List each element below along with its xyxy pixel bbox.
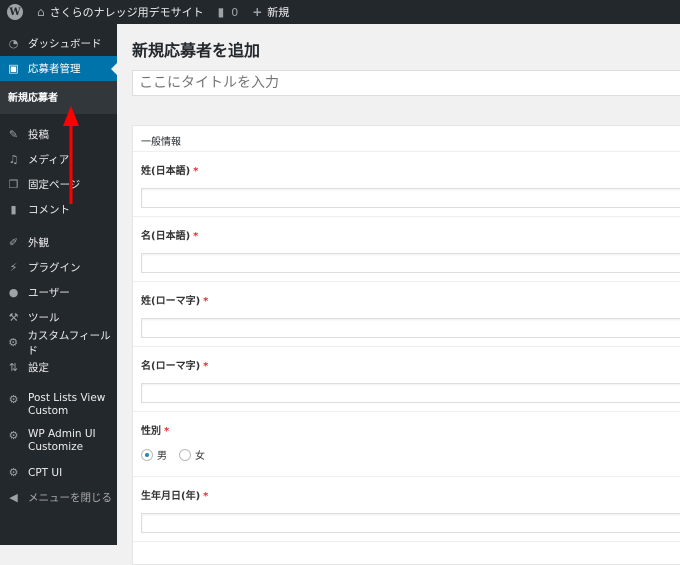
menu-label: 外観 — [28, 237, 49, 249]
first-name-romaji-input[interactable] — [141, 382, 680, 403]
menu-applicants[interactable]: ▣ 応募者管理 — [0, 56, 117, 81]
menu-cpt-ui[interactable]: ⚙ CPT UI — [0, 460, 117, 485]
main-content: 新規応募者を追加 一般情報 姓(日本語)* 名(日本語)* 姓(ローマ字)* 名… — [117, 24, 680, 565]
media-library-icon: ♫ — [8, 153, 19, 166]
media-icon: ▣ — [8, 62, 19, 75]
first-name-ja-input[interactable] — [141, 252, 680, 273]
field-last-name-ja: 姓(日本語) * — [133, 152, 680, 217]
comment-icon: ▮ — [10, 203, 17, 216]
menu-label: ユーザー — [28, 287, 70, 299]
field-last-name-romaji: 姓(ローマ字) * — [133, 282, 680, 347]
site-name-link[interactable]: ⌂ さくらのナレッジ用デモサイト — [30, 0, 211, 24]
menu-label: CPT UI — [28, 466, 63, 479]
gear-icon: ⚙ — [8, 336, 19, 349]
last-name-romaji-input[interactable] — [141, 317, 680, 338]
menu-tools[interactable]: ⚒ ツール — [0, 305, 117, 330]
title-input[interactable] — [132, 70, 680, 96]
gender-radio-male[interactable]: 男 — [141, 447, 167, 462]
menu-appearance[interactable]: ✐ 外観 — [0, 230, 117, 255]
wrench-icon: ⚒ — [8, 311, 19, 324]
menu-users[interactable]: ● ユーザー — [0, 280, 117, 305]
field-first-name-romaji: 名(ローマ字) * — [133, 347, 680, 412]
pages-icon: ❐ — [8, 178, 19, 191]
gear-icon: ⚙ — [8, 429, 19, 442]
settings-icon: ⇅ — [8, 361, 19, 374]
menu-label: ツール — [28, 312, 60, 324]
new-content-link[interactable]: + 新規 — [245, 0, 296, 24]
field-label: 姓(ローマ字) * — [141, 296, 209, 307]
menu-label: カスタムフィールド — [27, 329, 111, 357]
menu-custom-fields[interactable]: ⚙ カスタムフィールド — [0, 329, 117, 357]
menu-label: 応募者管理 — [28, 63, 81, 75]
menu-label: 固定ページ — [28, 179, 81, 191]
menu-dashboard[interactable]: ◔ ダッシュボード — [0, 31, 117, 56]
submenu-new-applicant[interactable]: 新規応募者 — [0, 85, 117, 108]
admin-sidebar: ◔ ダッシュボード ▣ 応募者管理 新規応募者 ✎ 投稿 ♫ メディア ❐ 固定… — [0, 24, 117, 545]
postbox-title: 一般情報 — [133, 126, 680, 152]
menu-pages[interactable]: ❐ 固定ページ — [0, 172, 117, 197]
radio-checked[interactable] — [141, 448, 153, 461]
menu-post-lists-view-custom[interactable]: ⚙ Post Lists View Custom — [0, 388, 117, 424]
general-info-postbox: 一般情報 姓(日本語) * 名(日本語) * 姓(ローマ字) * 名(ローマ字) * 性… — [132, 125, 680, 565]
user-icon: ● — [8, 286, 19, 299]
gear-icon: ⚙ — [8, 466, 19, 479]
collapse-menu-button[interactable]: ◀ メニューを閉じる — [0, 485, 117, 510]
field-gender: 性別 * 男 女 — [133, 412, 680, 477]
birth-year-input[interactable] — [141, 512, 680, 533]
menu-label: プラグイン — [28, 262, 81, 274]
wordpress-logo-icon: W — [7, 4, 23, 20]
collapse-icon: ◀ — [9, 491, 18, 504]
menu-label: 投稿 — [28, 129, 49, 141]
field-first-name-ja: 名(日本語) * — [133, 217, 680, 282]
menu-wp-admin-ui-customize[interactable]: ⚙ WP Admin UI Customize — [0, 424, 117, 460]
last-name-ja-input[interactable] — [141, 187, 680, 208]
menu-label: 設定 — [28, 362, 49, 374]
field-label: 姓(日本語) * — [141, 166, 199, 177]
field-label: 名(日本語) * — [141, 231, 199, 242]
plus-icon: + — [252, 5, 263, 19]
new-label: 新規 — [267, 6, 290, 19]
gender-radio-female[interactable]: 女 — [179, 447, 205, 462]
menu-label: Post Lists View Custom — [28, 392, 106, 417]
menu-label: メディア — [28, 154, 70, 166]
field-label: 性別 * — [141, 426, 170, 437]
field-birth-year: 生年月日(年) * — [133, 477, 680, 542]
field-label: 生年月日(年) * — [141, 491, 209, 502]
pin-icon: ✎ — [8, 128, 19, 141]
menu-label: WP Admin UI Customize — [28, 428, 96, 453]
site-name: さくらのナレッジ用デモサイト — [49, 6, 204, 19]
comments-link[interactable]: ▮ 0 — [211, 0, 246, 24]
submenu: 新規応募者 — [0, 81, 117, 114]
plugin-icon: ⚡ — [9, 261, 18, 274]
comments-count: 0 — [231, 5, 239, 19]
menu-label: コメント — [28, 204, 70, 216]
menu-comments[interactable]: ▮ コメント — [0, 197, 117, 222]
paintbrush-icon: ✐ — [8, 236, 19, 249]
menu-media[interactable]: ♫ メディア — [0, 147, 117, 172]
gear-icon: ⚙ — [8, 393, 19, 406]
page-title: 新規応募者を追加 — [132, 41, 261, 60]
comment-icon: ▮ — [217, 5, 225, 19]
radio-unchecked[interactable] — [179, 448, 191, 461]
menu-posts[interactable]: ✎ 投稿 — [0, 122, 117, 147]
dashboard-icon: ◔ — [8, 37, 19, 50]
home-icon: ⌂ — [37, 5, 45, 19]
menu-plugins[interactable]: ⚡ プラグイン — [0, 255, 117, 280]
wp-logo-menu[interactable]: W — [0, 0, 30, 24]
admin-bar: W ⌂ さくらのナレッジ用デモサイト ▮ 0 + 新規 — [0, 0, 680, 24]
menu-settings[interactable]: ⇅ 設定 — [0, 355, 117, 380]
menu-label: ダッシュボード — [28, 38, 102, 50]
menu-label: メニューを閉じる — [28, 492, 112, 504]
field-label: 名(ローマ字) * — [141, 361, 209, 372]
